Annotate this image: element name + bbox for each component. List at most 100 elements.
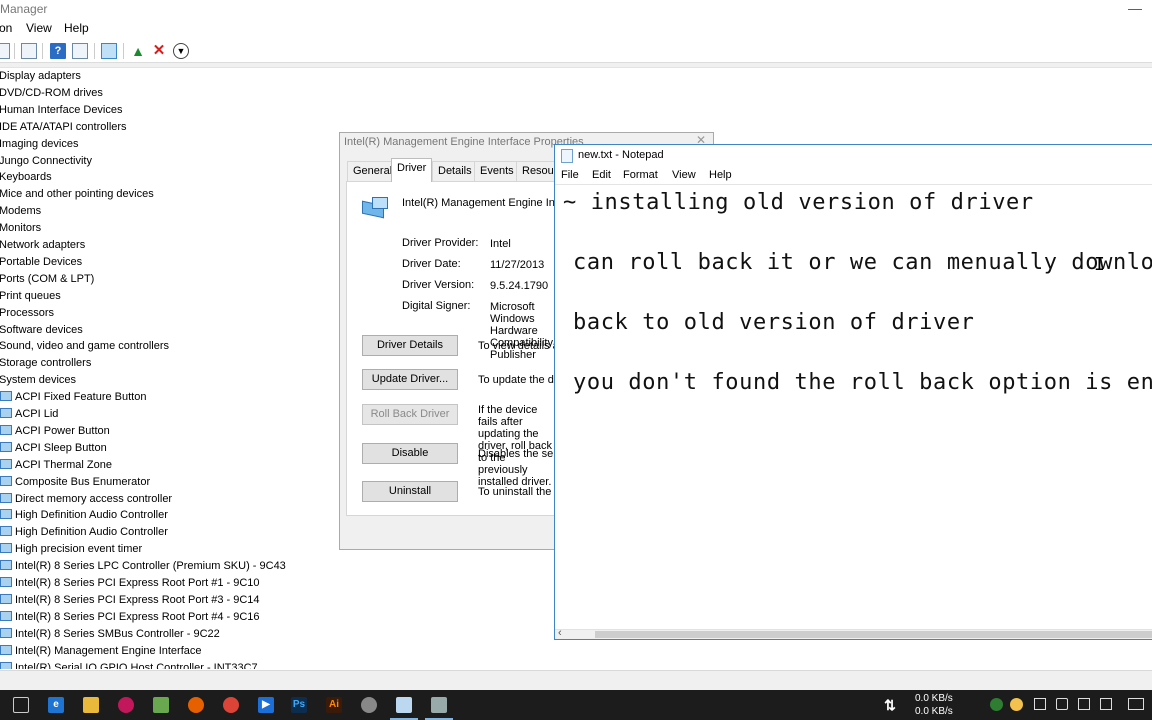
menu-view[interactable]: View xyxy=(672,169,696,181)
menu-help[interactable]: Help xyxy=(64,21,89,35)
tree-category[interactable]: Modems xyxy=(0,204,41,221)
tree-device-label: Intel(R) 8 Series PCI Express Root Port … xyxy=(15,577,260,589)
text-cursor-icon: I xyxy=(1094,254,1105,275)
tree-category[interactable]: Processors xyxy=(0,306,54,323)
minimize-icon[interactable]: — xyxy=(1128,0,1142,16)
tree-device[interactable]: ACPI Power Button xyxy=(0,424,110,441)
tree-category[interactable]: Monitors xyxy=(0,221,41,238)
wifi-icon[interactable] xyxy=(1078,698,1090,710)
network-speed: 0.0 KB/s 0.0 KB/s xyxy=(915,692,953,718)
tree-device[interactable]: ACPI Lid xyxy=(0,407,58,424)
download-speed: 0.0 KB/s xyxy=(915,706,953,717)
device-icon xyxy=(0,593,12,604)
menu-format[interactable]: Format xyxy=(623,169,658,181)
properties-icon[interactable] xyxy=(21,43,37,59)
tree-device[interactable]: Intel(R) Serial IO GPIO Host Controller … xyxy=(0,661,258,669)
tree-device[interactable]: Intel(R) 8 Series LPC Controller (Premiu… xyxy=(0,559,286,576)
toolbar-separator xyxy=(94,43,95,59)
tree-category[interactable]: Network adapters xyxy=(0,238,85,255)
android-icon[interactable] xyxy=(153,697,169,713)
tree-device[interactable]: Composite Bus Enumerator xyxy=(0,475,150,492)
battery-icon[interactable] xyxy=(1056,698,1068,710)
file-explorer-icon[interactable] xyxy=(83,697,99,713)
firefox-icon[interactable] xyxy=(188,697,204,713)
illustrator-icon[interactable]: Ai xyxy=(326,697,342,713)
tree-category[interactable]: Software devices xyxy=(0,323,83,340)
media-player-icon[interactable]: ▶ xyxy=(258,697,274,713)
settings-icon[interactable] xyxy=(361,697,377,713)
tree-device[interactable]: ACPI Fixed Feature Button xyxy=(0,390,146,407)
tree-device[interactable]: Intel(R) 8 Series PCI Express Root Port … xyxy=(0,576,260,593)
tree-device[interactable]: ACPI Sleep Button xyxy=(0,441,107,458)
device-manager-taskbar-icon[interactable] xyxy=(425,697,453,720)
tree-category[interactable]: Human Interface Devices xyxy=(0,103,123,120)
volume-icon[interactable] xyxy=(1100,698,1112,710)
tree-device[interactable]: Direct memory access controller xyxy=(0,492,172,509)
tree-category[interactable]: Mice and other pointing devices xyxy=(0,187,154,204)
tab-driver[interactable]: Driver xyxy=(391,158,433,182)
tree-category[interactable]: Keyboards xyxy=(0,170,52,187)
download-icon[interactable]: ▼ xyxy=(173,43,189,59)
notepad-text-area[interactable]: ~ installing old version of driver can r… xyxy=(555,186,1152,630)
uninstall-button[interactable]: Uninstall xyxy=(362,481,458,502)
scroll-left-icon[interactable]: ‹ xyxy=(558,627,562,639)
tree-category[interactable]: System devices xyxy=(0,373,76,390)
device-icon xyxy=(0,577,12,587)
device-manager-title-bar: Manager — xyxy=(0,0,1152,19)
device-icon xyxy=(0,627,12,638)
menu-file[interactable]: File xyxy=(561,169,579,181)
update-driver-icon[interactable] xyxy=(72,43,88,59)
back-icon[interactable] xyxy=(0,43,10,59)
add-driver-icon[interactable]: ▲ xyxy=(130,43,146,59)
tree-category[interactable]: Print queues xyxy=(0,289,61,306)
menu-view[interactable]: View xyxy=(26,21,52,35)
tab-events[interactable]: Events xyxy=(474,161,520,181)
tree-device[interactable]: Intel(R) 8 Series PCI Express Root Port … xyxy=(0,610,260,627)
menu-help[interactable]: Help xyxy=(709,169,732,181)
tree-category[interactable]: Ports (COM & LPT) xyxy=(0,272,94,289)
tree-device[interactable]: High Definition Audio Controller xyxy=(0,525,168,542)
tray-app-icon[interactable] xyxy=(990,698,1003,711)
notifications-icon[interactable] xyxy=(1128,698,1144,710)
tree-category[interactable]: Display adapters xyxy=(0,69,81,86)
tree-category[interactable]: Storage controllers xyxy=(0,356,91,373)
tree-category[interactable]: DVD/CD-ROM drives xyxy=(0,86,103,103)
tree-device[interactable]: Intel(R) 8 Series PCI Express Root Port … xyxy=(0,593,260,610)
device-icon xyxy=(0,644,12,655)
disable-button[interactable]: Disable xyxy=(362,443,458,464)
tree-device[interactable]: ACPI Thermal Zone xyxy=(0,458,112,475)
tray-app-icon[interactable] xyxy=(1010,698,1023,711)
roll-back-driver-button[interactable]: Roll Back Driver xyxy=(362,404,458,425)
toolbar-separator xyxy=(14,43,15,59)
tree-device[interactable]: High Definition Audio Controller xyxy=(0,508,168,525)
scan-hardware-icon[interactable] xyxy=(101,43,117,59)
menu-action[interactable]: on xyxy=(0,21,12,35)
tree-device-label: Intel(R) 8 Series SMBus Controller - 9C2… xyxy=(15,627,220,640)
edge-icon[interactable]: e xyxy=(48,697,64,713)
tree-category[interactable]: IDE ATA/ATAPI controllers xyxy=(0,120,127,137)
update-driver-button[interactable]: Update Driver... xyxy=(362,369,458,390)
tab-details[interactable]: Details xyxy=(432,161,478,181)
uninstall-device-icon[interactable]: ✕ xyxy=(151,43,167,59)
tray-display-icon[interactable] xyxy=(1034,698,1046,710)
tree-category[interactable]: Portable Devices xyxy=(0,255,82,272)
app-red-icon[interactable] xyxy=(118,697,134,713)
tree-device[interactable]: Intel(R) 8 Series SMBus Controller - 9C2… xyxy=(0,627,220,644)
notepad-taskbar-icon[interactable] xyxy=(390,697,418,720)
status-bar xyxy=(0,670,1152,690)
tree-device[interactable]: Intel(R) Management Engine Interface xyxy=(0,644,202,661)
tree-category[interactable]: Imaging devices xyxy=(0,137,79,154)
tree-device-label: ACPI Thermal Zone xyxy=(15,458,113,471)
tree-category[interactable]: Jungo Connectivity xyxy=(0,154,92,171)
scrollbar-thumb[interactable] xyxy=(595,631,1152,638)
device-manager-toolbar: ? ▲ ✕ ▼ xyxy=(0,39,1152,63)
driver-details-button[interactable]: Driver Details xyxy=(362,335,458,356)
task-view-icon[interactable] xyxy=(13,697,29,713)
tree-device[interactable]: High precision event timer xyxy=(0,542,142,559)
tree-category[interactable]: Sound, video and game controllers xyxy=(0,339,169,356)
photoshop-icon[interactable]: Ps xyxy=(291,697,307,713)
help-icon[interactable]: ? xyxy=(50,43,66,59)
chrome-icon[interactable] xyxy=(223,697,239,713)
menu-edit[interactable]: Edit xyxy=(592,169,611,181)
horizontal-scrollbar[interactable]: ‹ xyxy=(555,627,1152,639)
